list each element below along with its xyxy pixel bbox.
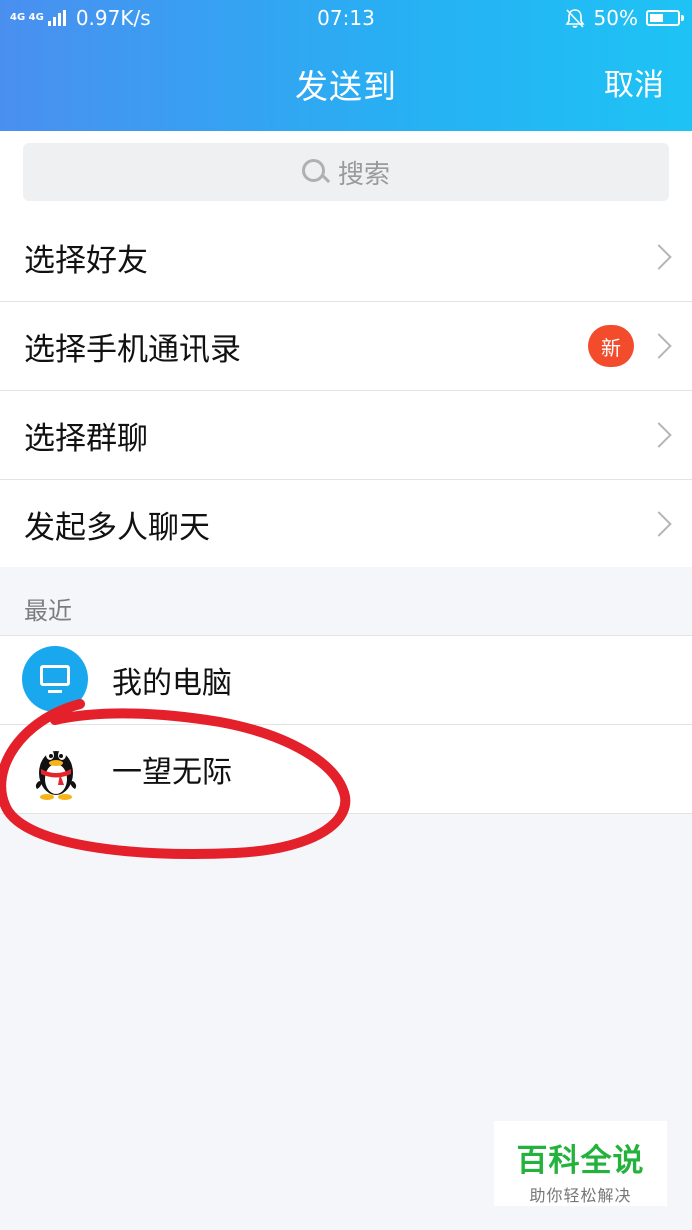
menu-item-label: 选择好友 [24,242,148,279]
computer-icon [22,646,88,712]
start-group-chat-item[interactable]: 发起多人聊天 [0,480,692,569]
watermark-logo: 百科全说 助你轻松解决 [494,1121,667,1206]
chevron-right-icon [646,333,672,359]
search-icon [301,159,328,185]
select-friends-item[interactable]: 选择好友 [0,213,692,302]
search-section: 搜索 [0,131,692,213]
page-title: 发送到 [295,67,397,106]
chevron-right-icon [646,511,672,537]
qq-penguin-avatar [35,750,77,800]
select-group-chat-item[interactable]: 选择群聊 [0,391,692,480]
recent-item-my-computer[interactable]: 我的电脑 [0,636,692,725]
search-placeholder: 搜索 [337,159,390,190]
battery-percent: 50% [593,6,638,30]
bell-muted-icon [565,9,585,28]
recent-header-label: 最近 [24,597,72,625]
cancel-button[interactable]: 取消 [604,60,664,104]
battery-icon [646,10,684,26]
select-phone-contacts-item[interactable]: 选择手机通讯录 新 [0,302,692,391]
menu-item-label: 选择群聊 [24,420,148,457]
menu-item-label: 选择手机通讯录 [24,331,241,368]
top-bar: 4G 4G 0.97K/s 07:13 50% 发送到 取消 [0,0,692,131]
status-bar: 4G 4G 0.97K/s 07:13 50% [0,0,692,38]
device-status: 50% [564,6,684,30]
contact-name: 一望无际 [112,755,232,790]
watermark-subtitle: 助你轻松解决 [529,1186,632,1205]
recent-list: 我的电脑 一望无际 [0,636,692,814]
chevron-right-icon [646,422,672,448]
contact-name: 我的电脑 [112,666,232,701]
recent-item-contact[interactable]: 一望无际 [0,725,692,814]
watermark-title: 百科全说 [516,1143,645,1179]
send-target-menu: 选择好友 选择手机通讯录 新 选择群聊 发起多人聊天 [0,213,692,569]
menu-item-label: 发起多人聊天 [24,509,210,546]
chevron-right-icon [646,244,672,270]
recent-section-header: 最近 [0,567,692,636]
new-badge: 新 [588,325,634,367]
search-input[interactable]: 搜索 [23,143,669,201]
